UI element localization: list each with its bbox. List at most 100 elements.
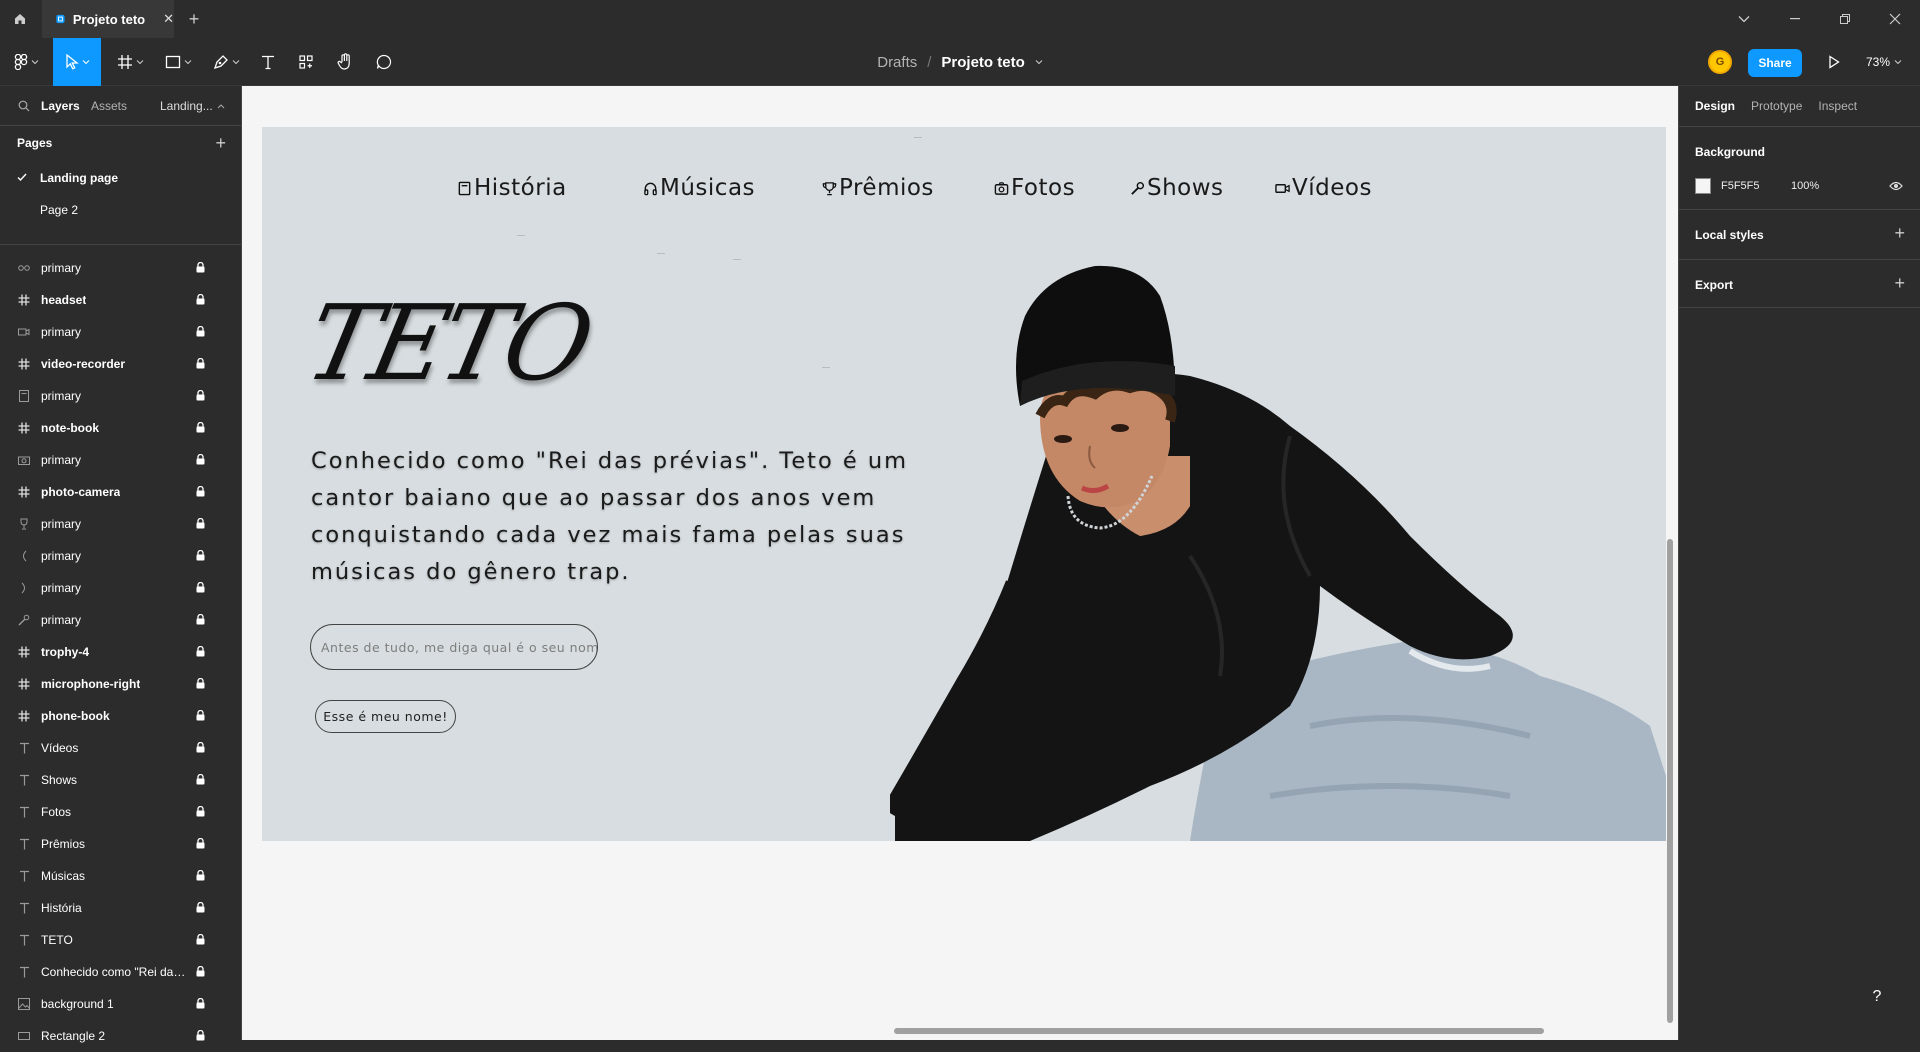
lock-icon[interactable] xyxy=(196,806,205,817)
resources-tool-button[interactable] xyxy=(290,38,322,86)
chevron-down-icon[interactable] xyxy=(1035,58,1043,66)
lock-icon[interactable] xyxy=(196,454,205,465)
home-button[interactable] xyxy=(0,0,40,38)
color-swatch[interactable] xyxy=(1695,178,1711,194)
layer-row[interactable]: primary xyxy=(0,444,242,476)
layer-row[interactable]: primary xyxy=(0,508,242,540)
lock-icon[interactable] xyxy=(196,774,205,785)
lock-icon[interactable] xyxy=(196,678,205,689)
tab-design[interactable]: Design xyxy=(1695,99,1735,113)
shape-tool-button[interactable] xyxy=(158,38,198,86)
background-color-row[interactable]: F5F5F5 100% xyxy=(1695,177,1819,195)
tab-prototype[interactable]: Prototype xyxy=(1751,99,1802,113)
nav-videos[interactable]: Vídeos xyxy=(1275,173,1372,203)
lock-icon[interactable] xyxy=(196,742,205,753)
layer-row[interactable]: primary xyxy=(0,540,242,572)
share-button[interactable]: Share xyxy=(1748,49,1802,77)
background-opacity[interactable]: 100% xyxy=(1791,180,1819,192)
tab-inspect[interactable]: Inspect xyxy=(1818,99,1857,113)
layer-row[interactable]: photo-camera xyxy=(0,476,242,508)
main-menu-button[interactable] xyxy=(6,38,46,86)
add-style-icon[interactable]: + xyxy=(1894,223,1905,244)
lock-icon[interactable] xyxy=(196,966,205,977)
lock-icon[interactable] xyxy=(196,422,205,433)
search-icon[interactable] xyxy=(18,100,30,112)
horizontal-scrollbar[interactable] xyxy=(894,1028,1544,1034)
background-hex[interactable]: F5F5F5 xyxy=(1721,180,1781,192)
nav-premios[interactable]: Prêmios xyxy=(822,173,934,203)
add-page-icon[interactable]: + xyxy=(215,133,226,154)
page-item-landing-page[interactable]: Landing page xyxy=(0,162,242,194)
lock-icon[interactable] xyxy=(196,262,205,273)
lock-icon[interactable] xyxy=(196,390,205,401)
layer-row[interactable]: headset xyxy=(0,284,242,316)
move-tool-button[interactable] xyxy=(53,38,101,86)
chevron-up-icon[interactable] xyxy=(217,103,225,109)
nav-historia[interactable]: História xyxy=(457,173,567,203)
layer-row[interactable]: Rectangle 2 xyxy=(0,1020,242,1052)
tabs-dropdown-button[interactable] xyxy=(1724,0,1764,38)
minimize-button[interactable] xyxy=(1775,0,1815,38)
nav-musicas[interactable]: Músicas xyxy=(643,173,755,203)
layer-row[interactable]: phone-book xyxy=(0,700,242,732)
lock-icon[interactable] xyxy=(196,486,205,497)
lock-icon[interactable] xyxy=(196,550,205,561)
layer-row[interactable]: Fotos xyxy=(0,796,242,828)
new-tab-button[interactable]: + xyxy=(182,0,206,38)
tab-close-icon[interactable]: ✕ xyxy=(163,11,174,27)
lock-icon[interactable] xyxy=(196,326,205,337)
text-tool-button[interactable] xyxy=(252,38,284,86)
lock-icon[interactable] xyxy=(196,614,205,625)
layer-row[interactable]: Músicas xyxy=(0,860,242,892)
tab-assets[interactable]: Assets xyxy=(91,99,127,113)
close-window-button[interactable] xyxy=(1875,0,1915,38)
lock-icon[interactable] xyxy=(196,870,205,881)
lock-icon[interactable] xyxy=(196,358,205,369)
layer-row[interactable]: História xyxy=(0,892,242,924)
layer-row[interactable]: primary xyxy=(0,316,242,348)
layer-row[interactable]: primary xyxy=(0,252,242,284)
pen-tool-button[interactable] xyxy=(206,38,246,86)
nav-shows[interactable]: Shows xyxy=(1130,173,1224,203)
layer-row[interactable]: Conhecido como "Rei das... xyxy=(0,956,242,988)
lock-icon[interactable] xyxy=(196,902,205,913)
layer-row[interactable]: background 1 xyxy=(0,988,242,1020)
tab-layers[interactable]: Layers xyxy=(41,99,80,113)
file-name[interactable]: Projeto teto xyxy=(941,54,1024,71)
eye-icon[interactable] xyxy=(1889,180,1903,192)
name-input[interactable] xyxy=(310,624,598,670)
file-tab[interactable]: Projeto teto ✕ xyxy=(42,0,174,38)
layer-row[interactable]: Vídeos xyxy=(0,732,242,764)
present-button[interactable] xyxy=(1822,38,1846,86)
lock-icon[interactable] xyxy=(196,582,205,593)
layer-row[interactable]: microphone-right xyxy=(0,668,242,700)
lock-icon[interactable] xyxy=(196,934,205,945)
lock-icon[interactable] xyxy=(196,1030,205,1041)
page-item-page-2[interactable]: Page 2 xyxy=(0,194,242,226)
hand-tool-button[interactable] xyxy=(329,38,361,86)
lock-icon[interactable] xyxy=(196,646,205,657)
add-export-icon[interactable]: + xyxy=(1894,273,1905,294)
lock-icon[interactable] xyxy=(196,710,205,721)
layer-row[interactable]: Prêmios xyxy=(0,828,242,860)
lock-icon[interactable] xyxy=(196,518,205,529)
layer-row[interactable]: primary xyxy=(0,604,242,636)
canvas[interactable]: História Músicas Prêmios Fotos Shows Víd… xyxy=(242,86,1678,1040)
lock-icon[interactable] xyxy=(196,998,205,1009)
current-page-selector[interactable]: Landing... xyxy=(160,99,213,113)
layer-row[interactable]: TETO xyxy=(0,924,242,956)
layer-row[interactable]: trophy-4 xyxy=(0,636,242,668)
layer-row[interactable]: primary xyxy=(0,572,242,604)
layer-row[interactable]: video-recorder xyxy=(0,348,242,380)
layer-row[interactable]: note-book xyxy=(0,412,242,444)
lock-icon[interactable] xyxy=(196,294,205,305)
frame-tool-button[interactable] xyxy=(110,38,150,86)
breadcrumb-drafts[interactable]: Drafts xyxy=(877,54,917,71)
vertical-scrollbar[interactable] xyxy=(1667,539,1673,1023)
restore-button[interactable] xyxy=(1825,0,1865,38)
layer-row[interactable]: primary xyxy=(0,380,242,412)
nav-fotos[interactable]: Fotos xyxy=(994,173,1075,203)
lock-icon[interactable] xyxy=(196,838,205,849)
help-button[interactable]: ? xyxy=(1860,980,1894,1014)
avatar[interactable]: G xyxy=(1708,50,1732,74)
